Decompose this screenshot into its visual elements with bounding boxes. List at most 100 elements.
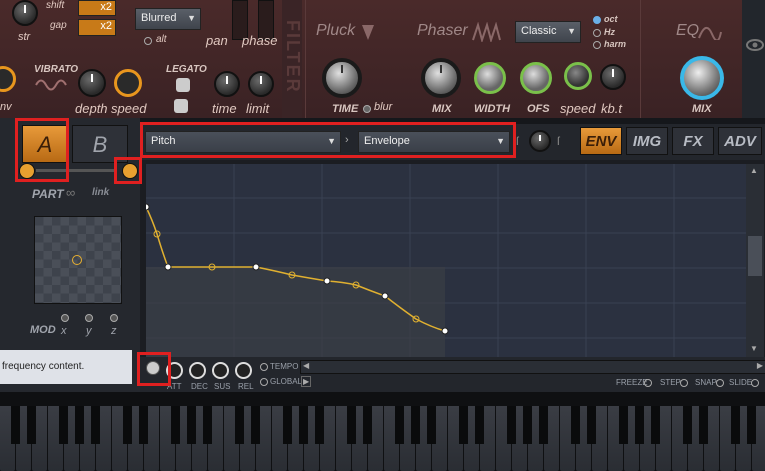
mod-y-button[interactable]: [85, 314, 93, 322]
scroll-right-icon[interactable]: ▶: [757, 361, 763, 370]
env-knob[interactable]: [0, 66, 16, 92]
piano-black-key[interactable]: [75, 406, 84, 444]
scroll-up-icon[interactable]: ▲: [750, 166, 758, 175]
mod-x-button[interactable]: [61, 314, 69, 322]
tab-fx[interactable]: FX: [672, 127, 714, 155]
piano-black-key[interactable]: [283, 406, 292, 444]
phaser-hz-radio[interactable]: [593, 29, 601, 37]
legato-toggle[interactable]: [176, 78, 190, 92]
piano-black-key[interactable]: [27, 406, 36, 444]
phaser-mix-knob[interactable]: [421, 58, 461, 98]
tab-env[interactable]: ENV: [580, 127, 622, 155]
part-blend-slider[interactable]: [36, 169, 116, 172]
xy-morph-pad[interactable]: [34, 216, 122, 304]
piano-black-key[interactable]: [523, 406, 532, 444]
piano-black-key[interactable]: [315, 406, 324, 444]
vibrato-speed-knob[interactable]: [114, 69, 142, 97]
legato-time-knob[interactable]: [214, 71, 240, 97]
envelope-graph[interactable]: [142, 164, 746, 357]
scroll-thumb[interactable]: [748, 236, 762, 276]
phaser-width-knob[interactable]: [474, 62, 506, 94]
gap-x2-toggle[interactable]: x2: [78, 19, 116, 36]
phaser-speed-knob[interactable]: [564, 62, 592, 90]
piano-black-key[interactable]: [171, 406, 180, 444]
legato-limit-knob[interactable]: [248, 71, 274, 97]
step-checkbox[interactable]: [680, 379, 688, 387]
modulation-target-dropdown[interactable]: Pitch ▼: [145, 131, 341, 153]
envelope-node[interactable]: [142, 203, 150, 211]
piano-black-key[interactable]: [251, 406, 260, 444]
part-b-tab[interactable]: B: [72, 125, 128, 163]
decay-knob[interactable]: [189, 362, 206, 379]
freeze-checkbox[interactable]: [644, 379, 652, 387]
link-icon[interactable]: ∞: [66, 185, 75, 200]
global-checkbox[interactable]: [260, 378, 268, 386]
piano-black-key[interactable]: [747, 406, 756, 444]
blur-radio[interactable]: [363, 105, 371, 113]
vibrato-depth-knob[interactable]: [78, 69, 106, 97]
xy-pad-cursor[interactable]: [72, 255, 82, 265]
pluck-time-knob[interactable]: [322, 58, 362, 98]
release-knob[interactable]: [235, 362, 252, 379]
part-b-handle[interactable]: [122, 163, 138, 179]
graph-horizontal-scrollbar[interactable]: ◀ ▶: [300, 360, 765, 374]
piano-black-key[interactable]: [507, 406, 516, 444]
piano-black-key[interactable]: [619, 406, 628, 444]
graph-vertical-scrollbar[interactable]: ▲ ▼: [746, 164, 764, 357]
part-a-handle[interactable]: [19, 163, 35, 179]
piano-black-key[interactable]: [683, 406, 692, 444]
piano-black-key[interactable]: [699, 406, 708, 444]
piano-black-key[interactable]: [587, 406, 596, 444]
envelope-node[interactable]: [323, 277, 331, 285]
slide-checkbox[interactable]: [751, 379, 759, 387]
piano-black-key[interactable]: [123, 406, 132, 444]
phaser-ofs-knob[interactable]: [520, 62, 552, 94]
piano-black-key[interactable]: [395, 406, 404, 444]
eye-icon[interactable]: [746, 38, 764, 52]
piano-black-key[interactable]: [571, 406, 580, 444]
piano-black-key[interactable]: [203, 406, 212, 444]
scroll-left-icon[interactable]: ◀: [303, 361, 309, 370]
part-a-tab[interactable]: A: [22, 125, 68, 163]
piano-keyboard[interactable]: [0, 392, 765, 471]
envelope-node[interactable]: [252, 263, 260, 271]
envelope-amount-knob[interactable]: [529, 130, 551, 152]
eq-mix-knob[interactable]: [680, 56, 724, 100]
tab-adv[interactable]: ADV: [718, 127, 762, 155]
tab-img[interactable]: IMG: [626, 127, 668, 155]
piano-black-key[interactable]: [59, 406, 68, 444]
piano-black-key[interactable]: [635, 406, 644, 444]
sustain-knob[interactable]: [212, 362, 229, 379]
piano-black-key[interactable]: [235, 406, 244, 444]
piano-black-key[interactable]: [187, 406, 196, 444]
shift-x2-toggle[interactable]: x2: [78, 0, 116, 16]
piano-black-key[interactable]: [299, 406, 308, 444]
legato-mode-toggle[interactable]: [174, 99, 188, 113]
piano-black-key[interactable]: [91, 406, 100, 444]
envelope-node[interactable]: [441, 327, 449, 335]
piano-black-key[interactable]: [651, 406, 660, 444]
mod-z-button[interactable]: [110, 314, 118, 322]
alt-radio[interactable]: [144, 37, 152, 45]
piano-black-key[interactable]: [139, 406, 148, 444]
piano-black-key[interactable]: [475, 406, 484, 444]
piano-black-key[interactable]: [459, 406, 468, 444]
loop-toggle-button[interactable]: [146, 361, 160, 375]
envelope-node[interactable]: [164, 263, 172, 271]
filter-type-dropdown[interactable]: Blurred ▼: [135, 8, 201, 30]
piano-black-key[interactable]: [347, 406, 356, 444]
piano-black-key[interactable]: [539, 406, 548, 444]
piano-black-key[interactable]: [411, 406, 420, 444]
phaser-mode-dropdown[interactable]: Classic ▼: [515, 21, 581, 43]
envelope-canvas[interactable]: [142, 164, 746, 357]
str-knob[interactable]: [12, 0, 38, 26]
phaser-kbt-knob[interactable]: [600, 64, 626, 90]
scroll-down-icon[interactable]: ▼: [750, 344, 758, 353]
phaser-oct-radio[interactable]: [593, 16, 601, 24]
envelope-node[interactable]: [381, 292, 389, 300]
tempo-checkbox[interactable]: [260, 363, 268, 371]
piano-black-key[interactable]: [11, 406, 20, 444]
piano-black-key[interactable]: [363, 406, 372, 444]
attack-knob[interactable]: [166, 362, 183, 379]
piano-black-key[interactable]: [427, 406, 436, 444]
